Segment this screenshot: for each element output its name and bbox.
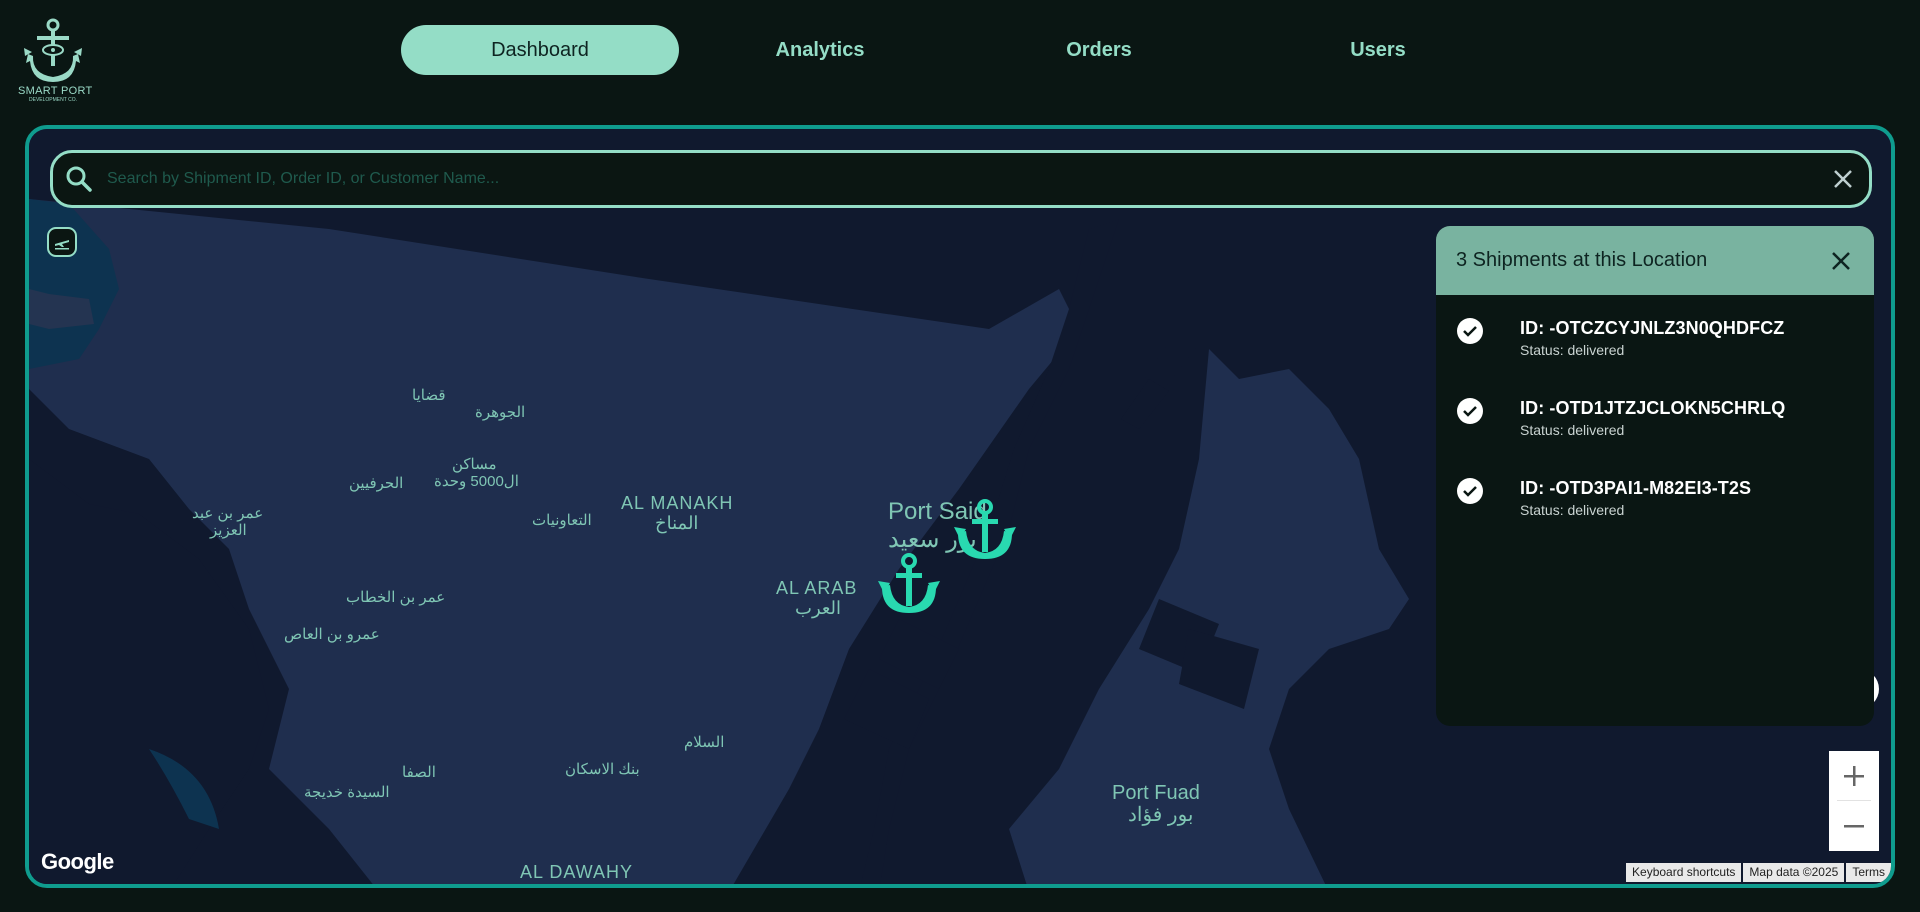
map-label-omar-khattab: عمر بن الخطاب	[346, 589, 446, 606]
map-label-gawhara: الجوهرة	[475, 404, 526, 421]
map-label-arab-en: AL ARAB	[776, 578, 858, 598]
clear-search-icon[interactable]	[1829, 165, 1857, 193]
terms-link[interactable]: Terms	[1846, 863, 1891, 882]
map-label-khadiga: السيدة خديجة	[304, 784, 390, 801]
shipment-status: Status: delivered	[1520, 342, 1625, 358]
search-icon	[66, 166, 92, 192]
map-label-arab-ar: العرب	[795, 598, 842, 618]
anchor-marker-icon[interactable]	[954, 499, 1016, 559]
shipment-status: Status: delivered	[1520, 502, 1625, 518]
anchor-marker-icon[interactable]	[878, 553, 940, 613]
search-input[interactable]	[107, 159, 1829, 199]
anchor-logo-icon	[24, 18, 82, 82]
check-circle-icon	[1457, 398, 1483, 424]
panel-header: 3 Shipments at this Location	[1436, 226, 1874, 295]
google-logo[interactable]: Google	[41, 849, 114, 875]
check-circle-icon	[1457, 318, 1483, 344]
map-label-bank-eskan: بنك الاسكان	[565, 761, 640, 778]
close-panel-icon[interactable]	[1828, 248, 1854, 274]
flight-icon	[55, 240, 69, 250]
map-attribution: Keyboard shortcuts Map data ©2025 Terms	[1626, 863, 1891, 882]
logo-title: SMART PORT	[18, 85, 93, 97]
map-label-herafiyin: الحرفيين	[349, 475, 404, 492]
map-label-dawahy: AL DAWAHY	[520, 862, 634, 882]
map-label-manakh-ar: المناخ	[655, 513, 699, 533]
map-label-port-fuad-ar: بور فؤاد	[1128, 804, 1194, 826]
map-label-qadaya: قضايا	[412, 387, 446, 404]
search-bar	[50, 150, 1872, 208]
nav-dashboard[interactable]: Dashboard	[401, 25, 679, 75]
map-label-port-fuad-en: Port Fuad	[1112, 782, 1200, 804]
shipment-item[interactable]: ID: -OTD1JTZJCLOKN5CHRLQ Status: deliver…	[1436, 375, 1874, 455]
keyboard-shortcuts-link[interactable]: Keyboard shortcuts	[1626, 863, 1742, 882]
logo-subtitle: DEVELOPMENT CO.	[29, 97, 77, 103]
zoom-out-button[interactable]	[1829, 801, 1879, 851]
shipment-id: ID: -OTCZCYJNLZ3N0QHDFCZ	[1520, 318, 1785, 338]
zoom-in-button[interactable]	[1829, 751, 1879, 801]
map-label-amr-aas: عمرو بن العاص	[284, 626, 380, 643]
nav-orders[interactable]: Orders	[960, 25, 1238, 75]
map-label-taawoniat: التعاونيات	[532, 512, 592, 529]
nav-users[interactable]: Users	[1239, 25, 1517, 75]
shipments-panel: 3 Shipments at this Location ID: -OTCZCY…	[1436, 226, 1874, 726]
plus-icon	[1844, 766, 1864, 786]
map-label-omar-abdelaziz: عمر بن عبد	[192, 505, 264, 522]
zoom-controls	[1829, 751, 1879, 851]
flight-toggle-button[interactable]	[47, 227, 77, 257]
app-header: SMART PORT DEVELOPMENT CO. Dashboard Ana…	[0, 0, 1920, 120]
shipment-status: Status: delivered	[1520, 422, 1625, 438]
shipment-id: ID: -OTD3PAI1-M82EI3-T2S	[1520, 478, 1752, 498]
zoom-divider	[1837, 800, 1871, 801]
panel-title: 3 Shipments at this Location	[1456, 249, 1708, 271]
shipment-id: ID: -OTD1JTZJCLOKN5CHRLQ	[1520, 398, 1786, 418]
map-label-omar-abdelaziz-2: العزيز	[210, 522, 247, 539]
map-label-manakh-en: AL MANAKH	[621, 493, 734, 513]
map-label-masaken: مساكن	[452, 456, 497, 473]
nav-analytics[interactable]: Analytics	[681, 25, 959, 75]
map-container[interactable]: قضايا الجوهرة مساكن ال5000 وحدة الحرفيين…	[25, 125, 1895, 888]
check-circle-icon	[1457, 478, 1483, 504]
map-label-5000-wahda: ال5000 وحدة	[434, 473, 519, 490]
app-logo[interactable]: SMART PORT DEVELOPMENT CO.	[18, 16, 93, 103]
shipment-item[interactable]: ID: -OTD3PAI1-M82EI3-T2S Status: deliver…	[1436, 455, 1874, 535]
minus-icon	[1844, 825, 1864, 828]
map-data-label: Map data ©2025	[1743, 863, 1845, 882]
map-label-salam: السلام	[684, 734, 725, 751]
shipment-item[interactable]: ID: -OTCZCYJNLZ3N0QHDFCZ Status: deliver…	[1436, 295, 1874, 375]
map-label-safa: الصفا	[402, 764, 436, 781]
